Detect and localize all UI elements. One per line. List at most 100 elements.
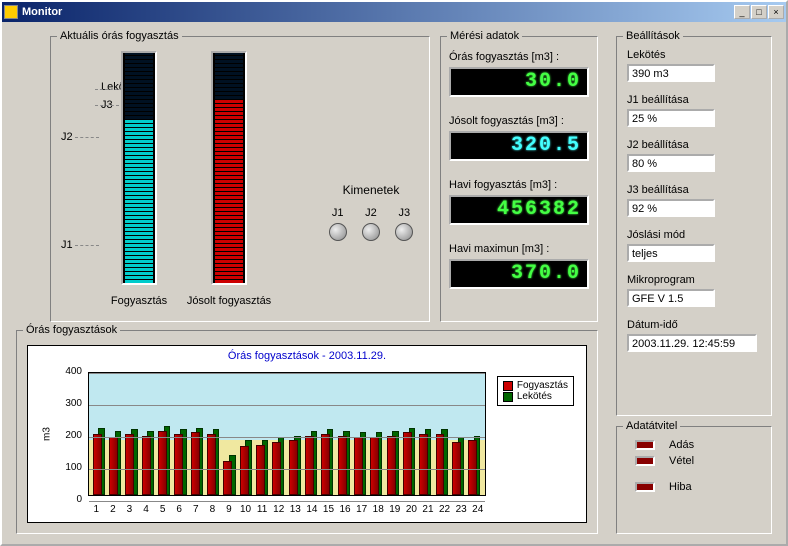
chart-xtick: 16 <box>338 504 352 515</box>
chart-ylabel: m3 <box>41 427 52 441</box>
meas-value-display: 320.5 <box>449 131 589 161</box>
setting-label: Dátum-idő <box>627 319 761 331</box>
output-j1-led <box>329 223 347 241</box>
led-hiba <box>635 482 655 492</box>
setting-item: Jóslási módteljes <box>627 229 761 262</box>
window-title: Monitor <box>22 6 734 18</box>
titlebar: Monitor _ □ × <box>2 2 786 22</box>
setting-label: J1 beállítása <box>627 94 761 106</box>
chart-xtick: 2 <box>106 504 120 515</box>
chart-xtick: 17 <box>355 504 369 515</box>
chart-bar-column <box>401 373 417 495</box>
chart-ytick: 400 <box>58 366 82 377</box>
meas-item: Havi maximun [m3] : 370.0 <box>449 243 589 289</box>
data-row-adas: Adás <box>635 439 753 451</box>
legend-label-a: Fogyasztás <box>517 380 568 391</box>
chart-xtick: 11 <box>255 504 269 515</box>
scale-j2: J2 <box>61 131 73 143</box>
chart-xtick: 3 <box>122 504 136 515</box>
chart-ytick: 200 <box>58 430 82 441</box>
chart-bar-column <box>336 373 352 495</box>
chart-xtick: 9 <box>222 504 236 515</box>
chart-plot-area <box>88 372 486 496</box>
output-j2-label: J2 <box>365 207 377 219</box>
output-j1-label: J1 <box>332 207 344 219</box>
setting-field[interactable]: teljes <box>627 244 715 262</box>
chart-bar-column <box>156 373 172 495</box>
meas-value-display: 30.0 <box>449 67 589 97</box>
setting-item: J1 beállítása 25 % <box>627 94 761 127</box>
chart-bar-column <box>303 373 319 495</box>
chart-legend: Fogyasztás Lekötés <box>497 376 574 406</box>
chart-bar-column <box>173 373 189 495</box>
close-button[interactable]: × <box>768 5 784 19</box>
chart-xtick: 10 <box>239 504 253 515</box>
chart-bar-column <box>222 373 238 495</box>
bar-consumption-label: Fogyasztás <box>103 295 175 307</box>
setting-label: J3 beállítása <box>627 184 761 196</box>
led-adas <box>635 440 655 450</box>
data-row-hiba: Hiba <box>635 481 753 493</box>
chart-xtick: 8 <box>205 504 219 515</box>
setting-label: Mikroprogram <box>627 274 761 286</box>
chart-xtick: 24 <box>471 504 485 515</box>
chart-xtick: 4 <box>139 504 153 515</box>
chart-title: Órás fogyasztások - 2003.11.29. <box>28 350 586 362</box>
setting-field[interactable]: 390 m3 <box>627 64 715 82</box>
bar-predicted <box>211 51 247 285</box>
legend-swatch-a <box>503 381 513 391</box>
chart-xtick: 1 <box>89 504 103 515</box>
chart-bar-column <box>140 373 156 495</box>
chart-xtick: 12 <box>272 504 286 515</box>
maximize-button[interactable]: □ <box>751 5 767 19</box>
chart-bar-column <box>205 373 221 495</box>
outputs-title: Kimenetek <box>321 183 421 197</box>
setting-item: Lekötés 390 m3 <box>627 49 761 82</box>
setting-field[interactable]: 92 % <box>627 199 715 217</box>
app-window: Monitor _ □ × Aktuális órás fogyasztás L… <box>0 0 788 546</box>
output-j3-label: J3 <box>399 207 411 219</box>
chart-ytick: 0 <box>58 494 82 505</box>
meas-value-display: 370.0 <box>449 259 589 289</box>
setting-field[interactable]: 25 % <box>627 109 715 127</box>
legend-label-b: Lekötés <box>517 391 552 402</box>
chart-xtick: 19 <box>388 504 402 515</box>
setting-item: J2 beállítása80 % <box>627 139 761 172</box>
meas-item: Jósolt fogyasztás [m3] : 320.5 <box>449 115 589 161</box>
setting-field[interactable]: 80 % <box>627 154 715 172</box>
group-hourly: Órás fogyasztások Órás fogyasztások - 20… <box>16 330 598 534</box>
chart-bar-column <box>287 373 303 495</box>
group-current-consumption: Aktuális órás fogyasztás Lekötés J3 J2 J… <box>50 36 430 322</box>
led-vetel <box>635 456 655 466</box>
bar-consumption <box>121 51 157 285</box>
chart-bar-column <box>369 373 385 495</box>
setting-item: Mikroprogram GFE V 1.5 <box>627 274 761 307</box>
chart-xtick: 15 <box>321 504 335 515</box>
group-title: Mérési adatok <box>447 30 522 42</box>
group-title: Aktuális órás fogyasztás <box>57 30 182 42</box>
chart-bar-column <box>254 373 270 495</box>
chart-bar-column <box>124 373 140 495</box>
chart-xtick: 18 <box>371 504 385 515</box>
minimize-button[interactable]: _ <box>734 5 750 19</box>
chart-ytick: 300 <box>58 398 82 409</box>
meas-label: Jósolt fogyasztás [m3] : <box>449 115 589 127</box>
label-vetel: Vétel <box>669 455 694 467</box>
chart-bar-column <box>434 373 450 495</box>
group-settings: Beállítások Lekötés390 m3J1 beállítása25… <box>616 36 772 416</box>
hourly-chart: Órás fogyasztások - 2003.11.29. m3 Fogya… <box>27 345 587 523</box>
setting-label: Lekötés <box>627 49 761 61</box>
chart-xtick: 20 <box>404 504 418 515</box>
chart-bar-column <box>107 373 123 495</box>
setting-field[interactable]: GFE V 1.5 <box>627 289 715 307</box>
group-title: Órás fogyasztások <box>23 324 120 336</box>
chart-xtick: 5 <box>156 504 170 515</box>
setting-field[interactable]: 2003.11.29. 12:45:59 <box>627 334 757 352</box>
chart-bar-column <box>189 373 205 495</box>
meas-label: Havi maximun [m3] : <box>449 243 589 255</box>
outputs-panel: Kimenetek J1 J2 J3 <box>321 183 421 241</box>
group-data-transfer: Adatátvitel Adás Vétel Hiba <box>616 426 772 534</box>
chart-xtick: 23 <box>454 504 468 515</box>
app-icon <box>4 5 18 19</box>
chart-bar-column <box>91 373 107 495</box>
